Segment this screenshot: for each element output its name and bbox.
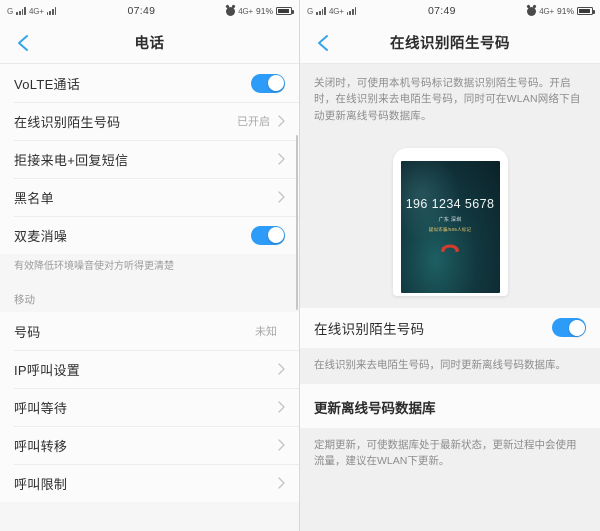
right-panel-body: 关闭时，可使用本机号码标记数据识别陌生号码。开启时，在线识别来去电陌生号码，同时… — [300, 64, 600, 531]
caller-spam-tag: 疑似诈骗/505人标记 — [428, 226, 472, 232]
list-item-label: 在线识别陌生号码 — [14, 114, 121, 130]
settings-list-top: VoLTE通话 在线识别陌生号码 已开启 拒接来电+回复短信 黑名单 双麦消噪 — [0, 64, 299, 254]
battery-percent-label: 91% — [556, 6, 574, 16]
list-item-online-identify[interactable]: 在线识别陌生号码 已开启 — [0, 102, 299, 140]
network-type-label-left: 4G+ — [28, 6, 44, 16]
network-type-label-right: 4G+ — [238, 6, 253, 16]
list-item-blacklist[interactable]: 黑名单 — [0, 178, 299, 216]
page-title-left: 电话 — [134, 36, 165, 52]
status-bar-right-group: 4G+ 91% — [527, 6, 595, 16]
list-item-label: 双麦消噪 — [14, 228, 68, 244]
nav-bar-right: 在线识别陌生号码 — [300, 22, 600, 64]
list-item-label: VoLTE通话 — [14, 76, 81, 92]
chevron-right-icon — [278, 477, 285, 489]
signal-bars-icon-2 — [46, 7, 57, 15]
right-phone-screen: G 4G+ 07:49 4G+ 91% 在线识别陌生号码 关闭时，可使用本机号码… — [300, 0, 600, 531]
list-item-label: 呼叫转移 — [14, 438, 68, 454]
online-identify-subtext: 在线识别来去电陌生号码，同时更新离线号码数据库。 — [300, 347, 600, 385]
list-item-label: IP呼叫设置 — [14, 362, 81, 378]
chevron-right-icon — [278, 401, 285, 413]
dual-screenshot-container: G 4G+ 07:49 4G+ 91% 电话 VoLTE通话 在线识别陌生号码 … — [0, 0, 600, 531]
signal-bars-icon-1 — [316, 7, 326, 15]
list-item-label: 呼叫限制 — [14, 476, 68, 492]
list-item-ip-call-settings[interactable]: IP呼叫设置 — [0, 350, 299, 388]
settings-list-bottom: 号码 未知 IP呼叫设置 呼叫等待 呼叫转移 呼叫限制 — [0, 312, 299, 502]
page-title-right: 在线识别陌生号码 — [390, 36, 510, 52]
list-item-dual-mic-noise-reduction[interactable]: 双麦消噪 — [0, 216, 299, 254]
dual-mic-hint-text: 有效降低环境噪音使对方听得更清楚 — [0, 254, 299, 283]
chevron-right-icon — [278, 439, 285, 451]
hangup-handset-icon — [439, 244, 461, 253]
alarm-clock-icon — [226, 6, 236, 16]
list-item-value: 已开启 — [237, 116, 270, 128]
signal-bars-icon-2 — [346, 7, 357, 15]
back-button-left[interactable] — [14, 33, 34, 53]
list-item-value: 未知 — [255, 326, 277, 338]
battery-icon — [276, 7, 294, 15]
chevron-right-icon — [278, 191, 285, 203]
phone-device-frame: 196 1234 5678 广东 深圳 疑似诈骗/505人标记 — [392, 147, 508, 296]
list-item-label: 呼叫等待 — [14, 400, 68, 416]
list-item-label: 号码 — [14, 324, 41, 340]
signal-bars-icon-1 — [16, 7, 26, 15]
status-bar-clock: 07:49 — [127, 5, 156, 17]
list-item-call-waiting[interactable]: 呼叫等待 — [0, 388, 299, 426]
volte-toggle[interactable] — [251, 73, 285, 93]
network-type-label-right: 4G+ — [539, 6, 554, 16]
network-type-label-left: 4G+ — [328, 6, 344, 16]
list-item-call-barring[interactable]: 呼叫限制 — [0, 464, 299, 502]
battery-icon — [577, 7, 595, 15]
update-offline-db-title: 更新离线号码数据库 — [300, 384, 600, 429]
incoming-call-screen: 196 1234 5678 广东 深圳 疑似诈骗/505人标记 — [400, 160, 500, 293]
list-item-volte[interactable]: VoLTE通话 — [0, 64, 299, 102]
alarm-clock-icon — [527, 6, 537, 16]
status-bar-left: G 4G+ 07:49 4G+ 91% — [0, 0, 299, 22]
chevron-right-icon — [278, 115, 285, 127]
battery-percent-label: 91% — [255, 6, 273, 16]
online-identify-toggle[interactable] — [552, 318, 586, 338]
toggle-row-label: 在线识别陌生号码 — [314, 321, 425, 337]
vertical-scrollbar[interactable] — [296, 135, 298, 310]
chevron-right-icon — [278, 153, 285, 165]
carrier-g-icon: G — [7, 6, 14, 16]
list-item-reject-call-sms[interactable]: 拒接来电+回复短信 — [0, 140, 299, 178]
list-item-number[interactable]: 号码 未知 — [0, 312, 299, 350]
list-item-call-forwarding[interactable]: 呼叫转移 — [0, 426, 299, 464]
dual-mic-toggle[interactable] — [251, 225, 285, 245]
status-bar-left-group: G 4G+ — [307, 6, 357, 16]
caller-number: 196 1234 5678 — [405, 196, 495, 211]
back-button-right[interactable] — [314, 33, 334, 53]
online-identify-toggle-row[interactable]: 在线识别陌生号码 — [300, 307, 600, 348]
status-bar-left-group: G 4G+ — [7, 6, 57, 16]
feature-description-text: 关闭时，可使用本机号码标记数据识别陌生号码。开启时，在线识别来去电陌生号码，同时… — [300, 64, 600, 136]
caller-location: 广东 深圳 — [438, 216, 462, 223]
list-item-label: 拒接来电+回复短信 — [14, 152, 129, 168]
status-bar-right: G 4G+ 07:49 4G+ 91% — [300, 0, 600, 22]
left-phone-screen: G 4G+ 07:49 4G+ 91% 电话 VoLTE通话 在线识别陌生号码 … — [0, 0, 300, 531]
bottom-spacer — [300, 480, 600, 531]
status-bar-clock: 07:49 — [427, 5, 456, 17]
list-item-label: 黑名单 — [14, 190, 54, 206]
status-bar-right-group: 4G+ 91% — [226, 6, 294, 16]
carrier-g-icon: G — [307, 6, 314, 16]
update-offline-db-subtext: 定期更新，可使数据库处于最新状态，更新过程中会使用流量，建议在WLAN下更新。 — [300, 428, 600, 481]
chevron-right-icon — [278, 363, 285, 375]
phone-mockup-area: 196 1234 5678 广东 深圳 疑似诈骗/505人标记 — [300, 135, 600, 308]
section-header-mobile: 移动 — [0, 283, 299, 312]
nav-bar-left: 电话 — [0, 22, 299, 64]
